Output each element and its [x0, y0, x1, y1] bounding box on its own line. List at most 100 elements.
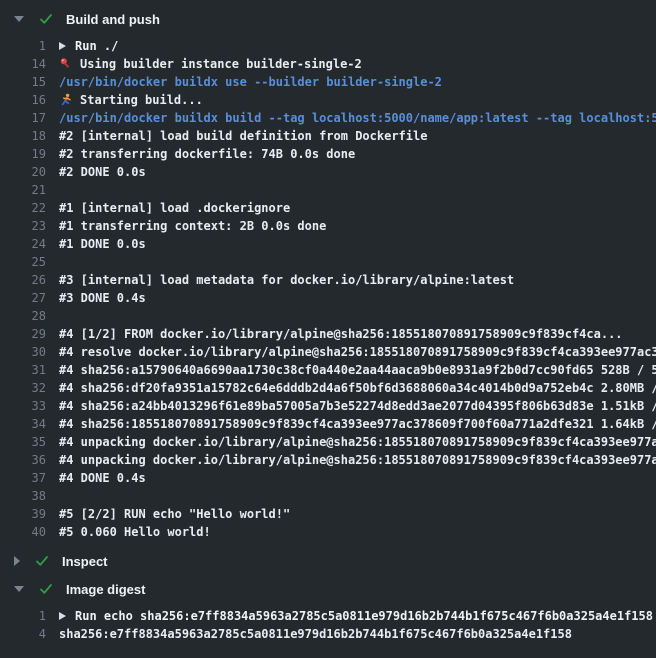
line-number[interactable]: 15 [0, 73, 46, 91]
line-text: #4 unpacking docker.io/library/alpine@sh… [59, 433, 656, 451]
log-line: 26 #3 [internal] load metadata for docke… [0, 271, 656, 289]
line-number[interactable]: 35 [0, 433, 46, 451]
log-line: 31 #4 sha256:a15790640a6690aa1730c38cf0a… [0, 361, 656, 379]
line-text: #4 sha256:a24bb4013296f61e89ba57005a7b3e… [59, 397, 656, 415]
line-number[interactable]: 26 [0, 271, 46, 289]
log-line: 24 #1 DONE 0.0s [0, 235, 656, 253]
line-text: #3 [internal] load metadata for docker.i… [59, 271, 514, 289]
log-line: 29 #4 [1/2] FROM docker.io/library/alpin… [0, 325, 656, 343]
line-text: #4 sha256:df20fa9351a15782c64e6dddb2d4a6… [59, 379, 656, 397]
chevron-right-icon [14, 556, 20, 566]
line-content: #5 [2/2] RUN echo "Hello world!" [59, 505, 290, 523]
line-number[interactable]: 30 [0, 343, 46, 361]
line-number[interactable]: 32 [0, 379, 46, 397]
line-text: /usr/bin/docker buildx build --tag local… [59, 109, 656, 127]
chevron-down-icon [14, 586, 24, 592]
expander-icon[interactable] [59, 612, 66, 620]
line-number[interactable]: 4 [0, 625, 46, 643]
line-content: Run ./ [59, 37, 118, 55]
line-number[interactable]: 24 [0, 235, 46, 253]
line-text: /usr/bin/docker buildx use --builder bui… [59, 73, 442, 91]
line-content: #4 sha256:185518070891758909c9f839cf4ca3… [59, 415, 656, 433]
line-number[interactable]: 22 [0, 199, 46, 217]
log-line: 39 #5 [2/2] RUN echo "Hello world!" [0, 505, 656, 523]
line-number[interactable]: 1 [0, 607, 46, 625]
line-number[interactable]: 14 [0, 55, 46, 73]
log-line: 32 #4 sha256:df20fa9351a15782c64e6dddb2d… [0, 379, 656, 397]
line-number[interactable]: 36 [0, 451, 46, 469]
log-line: 30 #4 resolve docker.io/library/alpine@s… [0, 343, 656, 361]
log-line: 15 /usr/bin/docker buildx use --builder … [0, 73, 656, 91]
line-number[interactable]: 1 [0, 37, 46, 55]
line-text: #4 DONE 0.4s [59, 469, 146, 487]
check-icon [34, 553, 50, 569]
line-text: #4 resolve docker.io/library/alpine@sha2… [59, 343, 656, 361]
workflow-log-viewer: Build and push 1 Run ./ 14 Using builder… [0, 5, 656, 649]
log-line: 16 Starting build... [0, 91, 656, 109]
line-number[interactable]: 28 [0, 307, 46, 325]
section-title: Image digest [66, 582, 145, 597]
line-number[interactable]: 31 [0, 361, 46, 379]
line-text: sha256:e7ff8834a5963a2785c5a0811e979d16b… [59, 625, 572, 643]
log-line: 14 Using builder instance builder-single… [0, 55, 656, 73]
line-text: #1 transferring context: 2B 0.0s done [59, 217, 326, 235]
log-line: 1 Run ./ [0, 37, 656, 55]
line-content: #4 sha256:a15790640a6690aa1730c38cf0a440… [59, 361, 656, 379]
line-content: #1 DONE 0.0s [59, 235, 146, 253]
line-number[interactable]: 18 [0, 127, 46, 145]
line-number[interactable]: 21 [0, 181, 46, 199]
line-number[interactable]: 38 [0, 487, 46, 505]
line-content: #2 transferring dockerfile: 74B 0.0s don… [59, 145, 355, 163]
line-number[interactable]: 27 [0, 289, 46, 307]
line-number[interactable]: 25 [0, 253, 46, 271]
log-line: 35 #4 unpacking docker.io/library/alpine… [0, 433, 656, 451]
log-line: 27 #3 DONE 0.4s [0, 289, 656, 307]
log-section-build-and-push: Build and push 1 Run ./ 14 Using builder… [0, 5, 656, 547]
line-number[interactable]: 37 [0, 469, 46, 487]
log-line: 1 Run echo sha256:e7ff8834a5963a2785c5a0… [0, 607, 656, 625]
line-content: #4 unpacking docker.io/library/alpine@sh… [59, 433, 656, 451]
log-line: 25 [0, 253, 656, 271]
line-text: #5 [2/2] RUN echo "Hello world!" [59, 505, 290, 523]
section-header-image-digest[interactable]: Image digest [0, 575, 656, 603]
runner-icon [59, 93, 73, 107]
line-content: #4 [1/2] FROM docker.io/library/alpine@s… [59, 325, 623, 343]
line-content: sha256:e7ff8834a5963a2785c5a0811e979d16b… [59, 625, 572, 643]
line-content: #1 [internal] load .dockerignore [59, 199, 290, 217]
section-title: Build and push [66, 12, 160, 27]
line-number[interactable]: 33 [0, 397, 46, 415]
line-content: Using builder instance builder-single-2 [59, 55, 362, 73]
line-content: #4 sha256:a24bb4013296f61e89ba57005a7b3e… [59, 397, 656, 415]
log-line: 34 #4 sha256:185518070891758909c9f839cf4… [0, 415, 656, 433]
line-number[interactable]: 39 [0, 505, 46, 523]
line-text: Run ./ [75, 37, 118, 55]
line-number[interactable]: 16 [0, 91, 46, 109]
log-line: 21 [0, 181, 656, 199]
line-number[interactable]: 17 [0, 109, 46, 127]
line-number[interactable]: 29 [0, 325, 46, 343]
line-number[interactable]: 34 [0, 415, 46, 433]
log-section-image-digest: Image digest 1 Run echo sha256:e7ff8834a… [0, 575, 656, 649]
line-content: #4 DONE 0.4s [59, 469, 146, 487]
log-line: 33 #4 sha256:a24bb4013296f61e89ba57005a7… [0, 397, 656, 415]
log-line: 17 /usr/bin/docker buildx build --tag lo… [0, 109, 656, 127]
line-text: #2 transferring dockerfile: 74B 0.0s don… [59, 145, 355, 163]
line-number[interactable]: 40 [0, 523, 46, 541]
line-number[interactable]: 20 [0, 163, 46, 181]
line-content: Starting build... [59, 91, 203, 109]
line-content: /usr/bin/docker buildx use --builder bui… [59, 73, 442, 91]
line-text: Run echo sha256:e7ff8834a5963a2785c5a081… [75, 607, 653, 625]
line-number[interactable]: 19 [0, 145, 46, 163]
line-content: #4 resolve docker.io/library/alpine@sha2… [59, 343, 656, 361]
log-line: 4 sha256:e7ff8834a5963a2785c5a0811e979d1… [0, 625, 656, 643]
line-content: #3 [internal] load metadata for docker.i… [59, 271, 514, 289]
line-content: /usr/bin/docker buildx build --tag local… [59, 109, 656, 127]
log-line: 36 #4 unpacking docker.io/library/alpine… [0, 451, 656, 469]
section-header-inspect[interactable]: Inspect [0, 547, 656, 575]
log-line: 20 #2 DONE 0.0s [0, 163, 656, 181]
line-text: #5 0.060 Hello world! [59, 523, 211, 541]
section-header-build-and-push[interactable]: Build and push [0, 5, 656, 33]
expander-icon[interactable] [59, 42, 66, 50]
line-number[interactable]: 23 [0, 217, 46, 235]
line-content: Run echo sha256:e7ff8834a5963a2785c5a081… [59, 607, 653, 625]
